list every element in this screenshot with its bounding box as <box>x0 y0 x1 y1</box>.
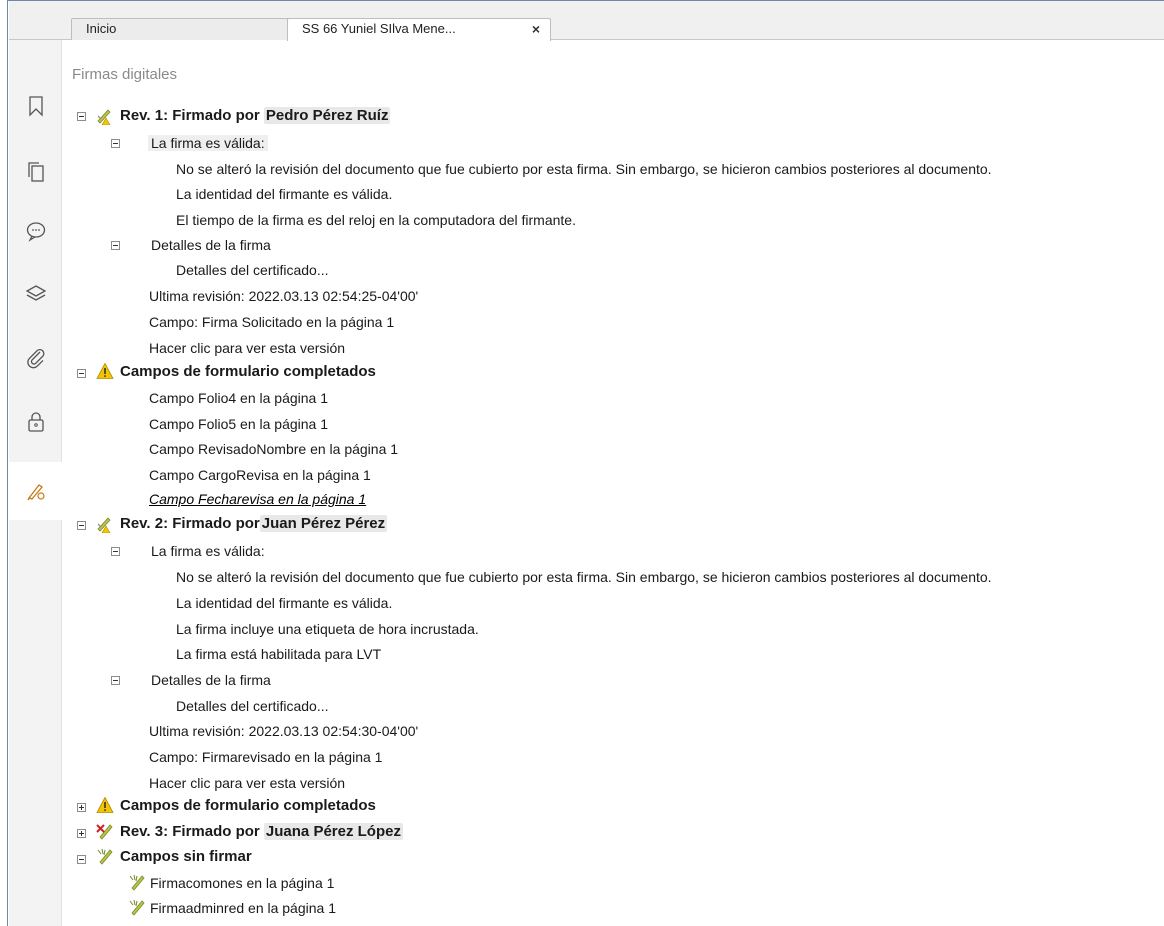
unsigned-field-item[interactable]: Firmacomones en la página 1 <box>150 871 334 895</box>
warning-icon <box>96 362 114 379</box>
panel-title: Firmas digitales <box>72 66 178 83</box>
rev1-details-toggle[interactable] <box>111 241 120 250</box>
rev2-signer: Juan Pérez Pérez <box>259 515 388 532</box>
forms1-collapse-toggle[interactable] <box>77 369 86 378</box>
rev2-certificate-link[interactable]: Detalles del certificado... <box>176 694 329 718</box>
close-icon[interactable]: × <box>532 19 540 39</box>
tab-home-label: Inicio <box>86 21 117 36</box>
rev2-title-label: Rev. 2: Firmado por <box>120 515 260 532</box>
rev1-collapse-toggle[interactable] <box>77 112 86 121</box>
tab-document[interactable]: SS 66 Yuniel SIlva Mene... × <box>287 18 551 41</box>
rev3-title-label: Rev. 3: Firmado por <box>120 823 264 840</box>
comment-icon[interactable] <box>18 213 54 249</box>
rev2-title[interactable]: Rev. 2: Firmado por Juan Pérez Pérez <box>120 512 388 536</box>
rev2-message-4: La firma está habilitada para LVT <box>176 646 382 662</box>
forms1-item[interactable]: Campo CargoRevisa en la página 1 <box>149 463 371 487</box>
warning-icon <box>96 796 114 813</box>
signature-invalid-icon <box>96 824 113 840</box>
forms1-item[interactable]: Campo Folio5 en la página 1 <box>149 412 328 436</box>
rev2-valid-label[interactable]: La firma es válida: <box>151 539 265 563</box>
rev1-view-version[interactable]: Hacer clic para ver esta versión <box>149 336 345 360</box>
rev2-details-label[interactable]: Detalles de la firma <box>151 668 271 692</box>
forms1-item-selected[interactable]: Campo Fecharevisa en la página 1 <box>149 487 366 511</box>
rev1-details-label[interactable]: Detalles de la firma <box>151 233 271 257</box>
rev3-title[interactable]: Rev. 3: Firmado por Juana Pérez López <box>120 820 403 844</box>
unsigned-title[interactable]: Campos sin firmar <box>120 845 252 869</box>
unsigned-field-item[interactable]: Firmaadminred en la página 1 <box>150 896 336 920</box>
unsigned-collapse-toggle[interactable] <box>77 855 86 864</box>
rev2-field[interactable]: Campo: Firmarevisado en la página 1 <box>149 745 382 769</box>
rev1-valid-text: La firma es válida: <box>148 135 268 151</box>
rev2-message-3: La firma incluye una etiqueta de hora in… <box>176 621 479 637</box>
window-left-border <box>0 0 8 926</box>
forms1-item[interactable]: Campo RevisadoNombre en la página 1 <box>149 437 398 461</box>
rev2-last-revision: Ultima revisión: 2022.03.13 02:54:30-04'… <box>149 723 419 739</box>
unsigned-signature-icon <box>97 848 113 865</box>
rev2-details-toggle[interactable] <box>111 676 120 685</box>
rev2-message-1: No se alteró la revisión del documento q… <box>176 569 992 585</box>
rev1-title[interactable]: Rev. 1: Firmado por Pedro Pérez Ruíz <box>120 104 391 128</box>
attachment-icon[interactable] <box>18 340 54 376</box>
rev3-signer: Juana Pérez López <box>263 823 403 840</box>
pages-icon[interactable] <box>18 154 54 190</box>
unsigned-signature-icon <box>129 874 145 891</box>
signature-warning-icon <box>97 109 111 125</box>
unsigned-signature-icon <box>129 899 145 916</box>
rev1-signer: Pedro Pérez Ruíz <box>263 107 391 124</box>
rev1-last-revision: Ultima revisión: 2022.03.13 02:54:25-04'… <box>149 288 419 304</box>
tab-bar: Inicio SS 66 Yuniel SIlva Mene... × <box>9 1 1164 41</box>
rev1-message-1: No se alteró la revisión del documento q… <box>176 161 992 177</box>
tab-home[interactable]: Inicio <box>71 18 293 40</box>
rev1-field[interactable]: Campo: Firma Solicitado en la página 1 <box>149 310 394 334</box>
forms1-title[interactable]: Campos de formulario completados <box>120 360 376 384</box>
forms2-expand-toggle[interactable] <box>77 803 86 812</box>
rev1-valid-label[interactable]: La firma es válida: <box>148 131 268 155</box>
rev1-title-label: Rev. 1: Firmado por <box>120 107 264 124</box>
forms2-title[interactable]: Campos de formulario completados <box>120 794 376 818</box>
signature-warning-icon <box>97 517 111 533</box>
rev1-message-2: La identidad del firmante es válida. <box>176 186 393 202</box>
rev2-message-2: La identidad del firmante es válida. <box>176 595 393 611</box>
rev1-certificate-link[interactable]: Detalles del certificado... <box>176 258 329 282</box>
tab-document-label: SS 66 Yuniel SIlva Mene... <box>302 21 456 36</box>
navigation-rail <box>9 40 62 926</box>
bookmark-icon[interactable] <box>18 88 54 124</box>
signature-icon[interactable] <box>18 473 54 509</box>
rev2-view-version[interactable]: Hacer clic para ver esta versión <box>149 771 345 795</box>
rev3-expand-toggle[interactable] <box>77 829 86 838</box>
layers-icon[interactable] <box>18 276 54 312</box>
rev1-message-3: El tiempo de la firma es del reloj en la… <box>176 212 576 228</box>
forms1-item[interactable]: Campo Folio4 en la página 1 <box>149 386 328 410</box>
rev2-collapse-toggle[interactable] <box>77 521 86 530</box>
rev2-valid-toggle[interactable] <box>111 547 120 556</box>
rev1-valid-toggle[interactable] <box>111 139 120 148</box>
lock-icon[interactable] <box>18 404 54 440</box>
